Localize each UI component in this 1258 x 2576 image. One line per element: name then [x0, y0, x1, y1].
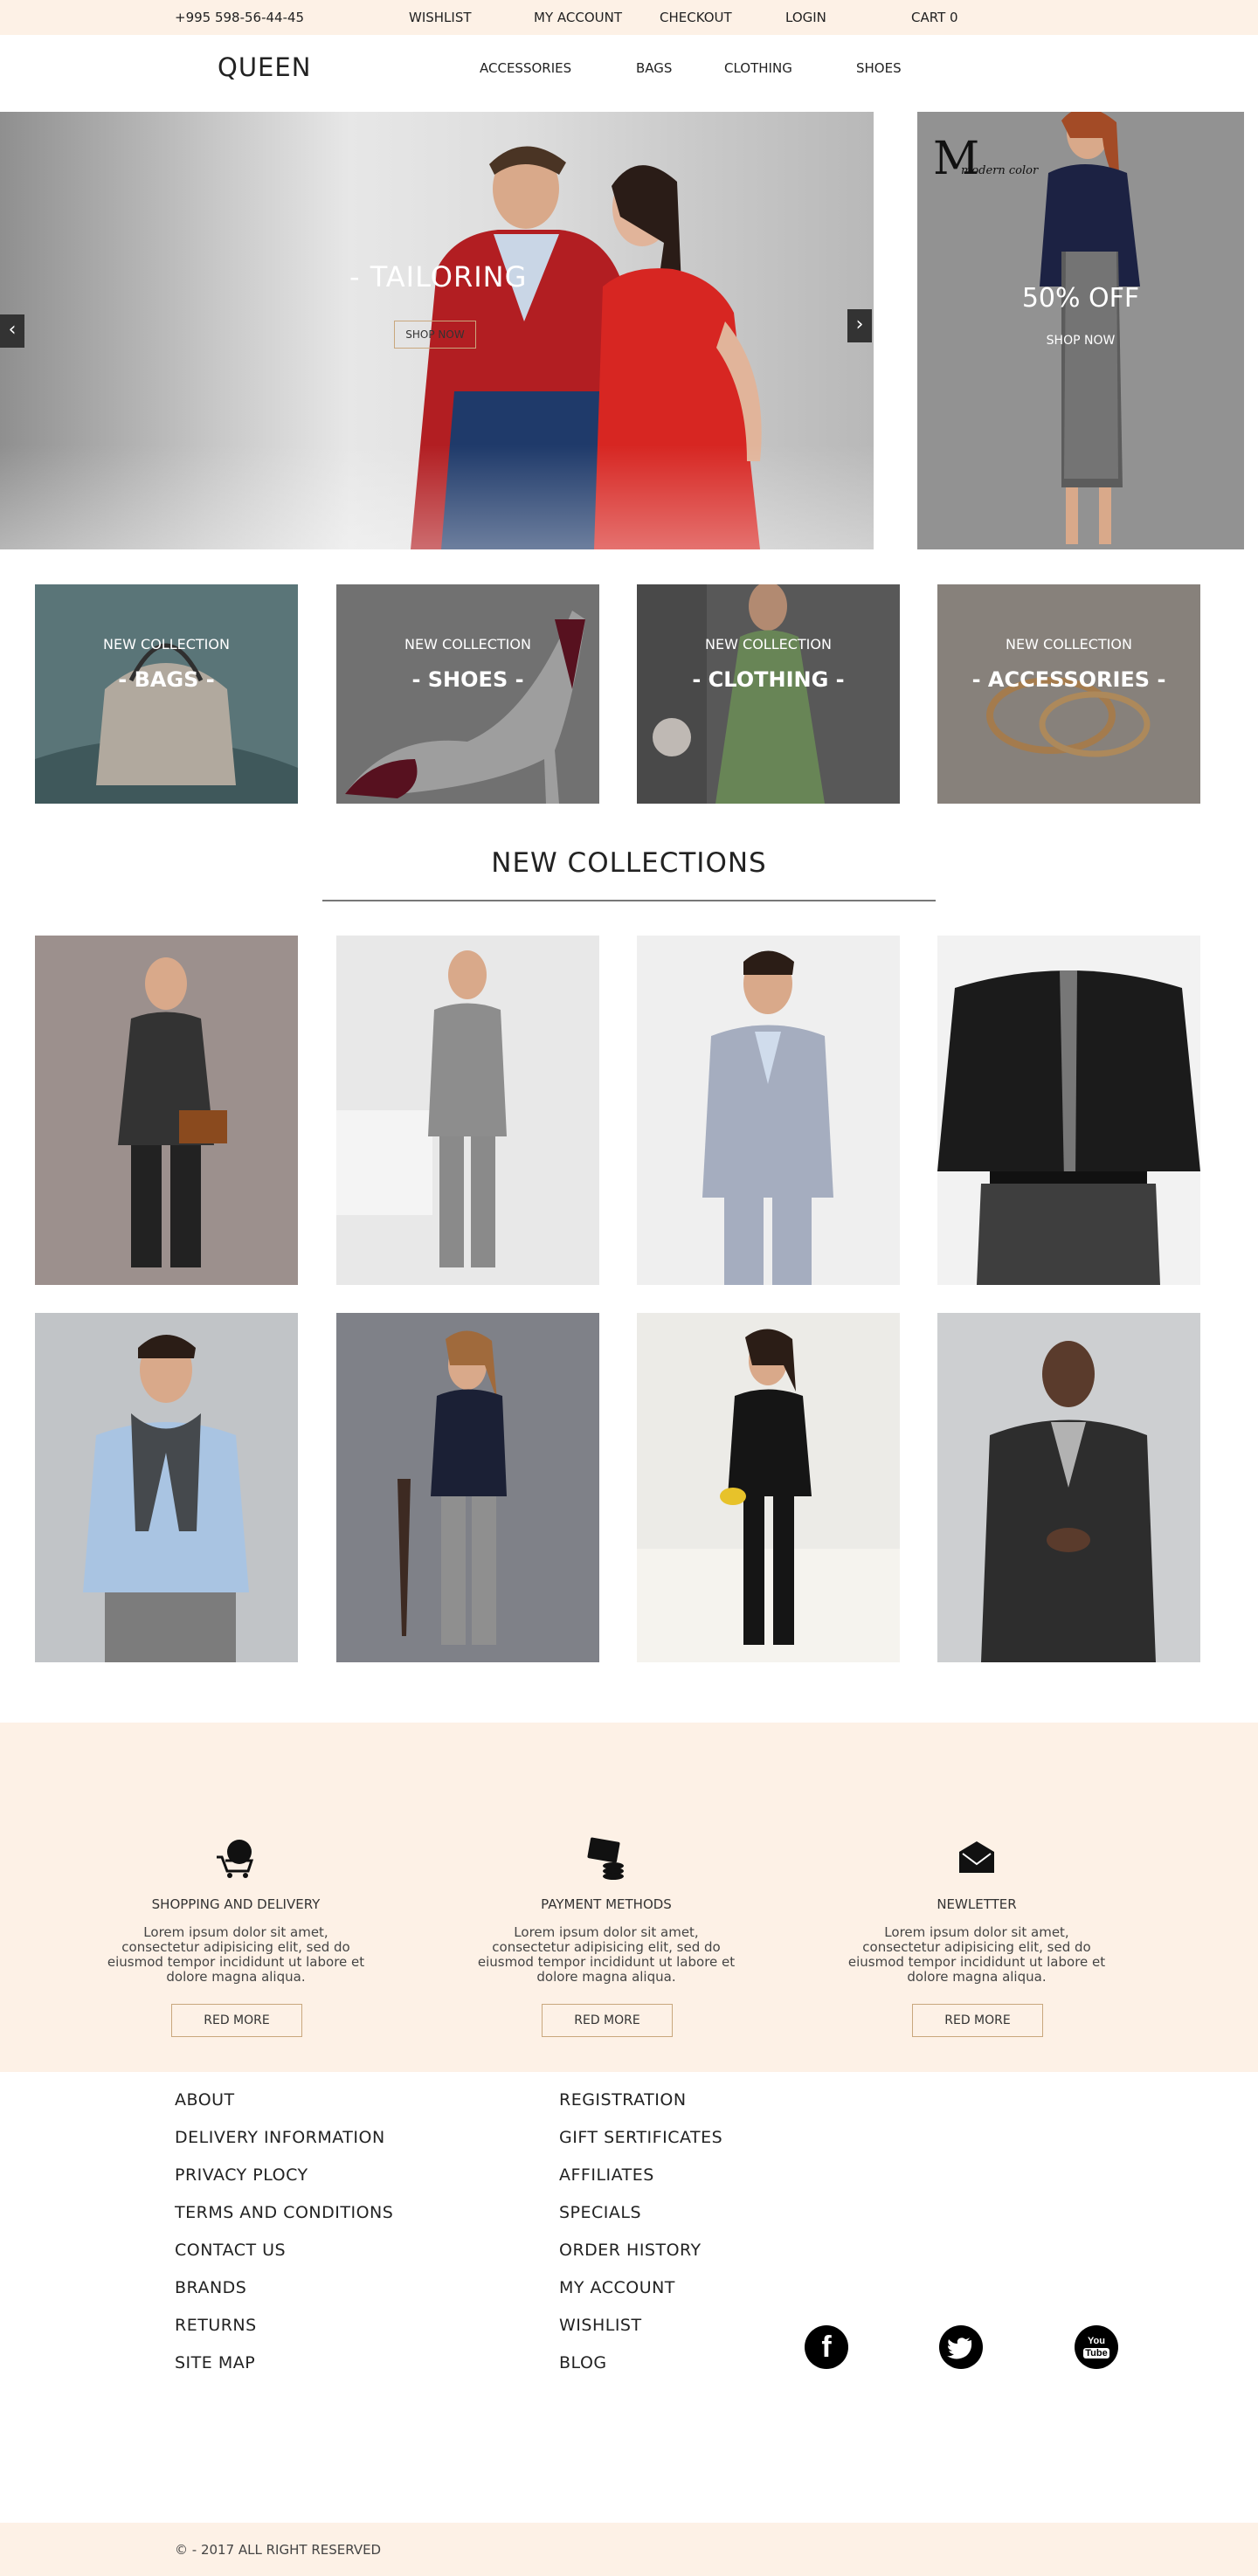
features-section: SHOPPING AND DELIVERY Lorem ipsum dolor … — [0, 1723, 1258, 2072]
product-image — [937, 1313, 1200, 1662]
product-image — [35, 1313, 298, 1662]
copyright-text: © - 2017 ALL RIGHT RESERVED — [175, 2542, 382, 2558]
facebook-icon[interactable]: f — [805, 2325, 848, 2369]
footer-link-order-history[interactable]: ORDER HISTORY — [559, 2241, 702, 2260]
footer-link-gift[interactable]: GIFT SERTIFICATES — [559, 2128, 722, 2147]
read-more-button[interactable]: RED MORE — [542, 2004, 673, 2037]
footer-link-wishlist[interactable]: WISHLIST — [559, 2316, 642, 2335]
youtube-label-bottom: Tube — [1083, 2348, 1109, 2358]
product-image — [336, 1313, 599, 1662]
category-card-shoes[interactable]: NEW COLLECTION - SHOES - — [336, 584, 599, 804]
hero-shop-now-button[interactable]: SHOP NOW — [394, 321, 476, 349]
twitter-bird-icon — [947, 2338, 972, 2359]
footer-link-specials[interactable]: SPECIALS — [559, 2203, 641, 2222]
footer-link-brands[interactable]: BRANDS — [175, 2278, 246, 2297]
nav-clothing[interactable]: CLOTHING — [724, 60, 792, 76]
promo-banner[interactable]: M modern color 50% OFF SHOP NOW — [917, 112, 1244, 549]
category-title: - BAGS - — [118, 667, 215, 692]
topbar-link-my-account[interactable]: MY ACCOUNT — [534, 10, 622, 25]
footer-link-blog[interactable]: BLOG — [559, 2353, 607, 2372]
topbar-link-cart[interactable]: CART 0 — [911, 10, 958, 25]
footer-link-my-account[interactable]: MY ACCOUNT — [559, 2278, 675, 2297]
product-image — [35, 936, 298, 1285]
site-logo[interactable]: QUEEN — [218, 52, 311, 82]
product-image — [937, 936, 1200, 1285]
twitter-icon[interactable] — [939, 2325, 983, 2369]
hero-shade — [0, 445, 874, 549]
slider-next-arrow[interactable]: › — [847, 309, 872, 342]
feature-title: SHOPPING AND DELIVERY — [151, 1896, 321, 1912]
footer-link-sitemap[interactable]: SITE MAP — [175, 2353, 255, 2372]
category-overlay — [937, 584, 1200, 804]
phone-number: +995 598-56-44-45 — [175, 10, 305, 25]
youtube-icon[interactable]: You Tube — [1075, 2325, 1118, 2369]
footer-link-delivery[interactable]: DELIVERY INFORMATION — [175, 2128, 385, 2147]
feature-title: PAYMENT METHODS — [541, 1896, 672, 1912]
footer-link-returns[interactable]: RETURNS — [175, 2316, 257, 2335]
category-card-accessories[interactable]: NEW COLLECTION - ACCESSORIES - — [937, 584, 1200, 804]
product-image — [336, 936, 599, 1285]
read-more-button[interactable]: RED MORE — [912, 2004, 1043, 2037]
category-subtitle: NEW COLLECTION — [1006, 636, 1132, 653]
product-card[interactable] — [336, 1313, 599, 1662]
category-overlay — [336, 584, 599, 804]
top-bar: +995 598-56-44-45 WISHLIST MY ACCOUNT CH… — [0, 0, 1258, 35]
category-subtitle: NEW COLLECTION — [103, 636, 230, 653]
category-card-clothing[interactable]: NEW COLLECTION - CLOTHING - — [637, 584, 900, 804]
topbar-link-login[interactable]: LOGIN — [785, 10, 826, 25]
category-title: - SHOES - — [411, 667, 524, 692]
youtube-label-top: You — [1088, 2336, 1105, 2346]
hero-title: - TAILORING — [349, 260, 528, 294]
feature-text: Lorem ipsum dolor sit amet, consectetur … — [477, 1924, 736, 1985]
product-card[interactable] — [35, 1313, 298, 1662]
nav-bags[interactable]: BAGS — [636, 60, 672, 76]
category-overlay — [35, 584, 298, 804]
section-title: NEW COLLECTIONS — [491, 847, 767, 879]
read-more-button[interactable]: RED MORE — [171, 2004, 302, 2037]
topbar-link-wishlist[interactable]: WISHLIST — [409, 10, 472, 25]
category-overlay — [637, 584, 900, 804]
footer-link-contact[interactable]: CONTACT US — [175, 2241, 286, 2260]
footer-link-privacy[interactable]: PRIVACY PLOCY — [175, 2165, 308, 2185]
footer-link-about[interactable]: ABOUT — [175, 2090, 235, 2110]
envelope-icon — [959, 1841, 994, 1873]
brand-logo-text: modern color — [961, 164, 1039, 177]
category-subtitle: NEW COLLECTION — [404, 636, 531, 653]
section-divider — [322, 900, 936, 901]
category-title: - ACCESSORIES - — [971, 667, 1166, 692]
category-title: - CLOTHING - — [692, 667, 845, 692]
category-subtitle: NEW COLLECTION — [705, 636, 832, 653]
feature-text: Lorem ipsum dolor sit amet, consectetur … — [847, 1924, 1106, 1985]
nav-accessories[interactable]: ACCESSORIES — [480, 60, 571, 76]
footer-link-affiliates[interactable]: AFFILIATES — [559, 2165, 654, 2185]
product-card[interactable] — [937, 1313, 1200, 1662]
footer-link-registration[interactable]: REGISTRATION — [559, 2090, 687, 2110]
payment-icon — [587, 1837, 624, 1880]
footer-link-terms[interactable]: TERMS AND CONDITIONS — [175, 2203, 393, 2222]
cart-icon — [217, 1840, 254, 1878]
topbar-link-checkout[interactable]: CHECKOUT — [660, 10, 732, 25]
product-card[interactable] — [35, 936, 298, 1285]
product-image — [637, 1313, 900, 1662]
promo-shop-now-link[interactable]: SHOP NOW — [917, 334, 1244, 348]
feature-text: Lorem ipsum dolor sit amet, consectetur … — [107, 1924, 365, 1985]
bottom-bar: © - 2017 ALL RIGHT RESERVED — [0, 2523, 1258, 2576]
brand-logo-letter: M — [933, 133, 980, 185]
promo-title: 50% OFF — [1021, 283, 1140, 314]
product-card[interactable] — [937, 936, 1200, 1285]
slider-prev-arrow[interactable]: ‹ — [0, 314, 24, 348]
product-card[interactable] — [637, 936, 900, 1285]
nav-shoes[interactable]: SHOES — [856, 60, 902, 76]
hero-slider: - TAILORING SHOP NOW — [0, 112, 874, 549]
feature-title: NEWLETTER — [937, 1896, 1017, 1912]
product-card[interactable] — [336, 936, 599, 1285]
product-image — [637, 936, 900, 1285]
product-card[interactable] — [637, 1313, 900, 1662]
category-card-bags[interactable]: NEW COLLECTION - BAGS - — [35, 584, 298, 804]
